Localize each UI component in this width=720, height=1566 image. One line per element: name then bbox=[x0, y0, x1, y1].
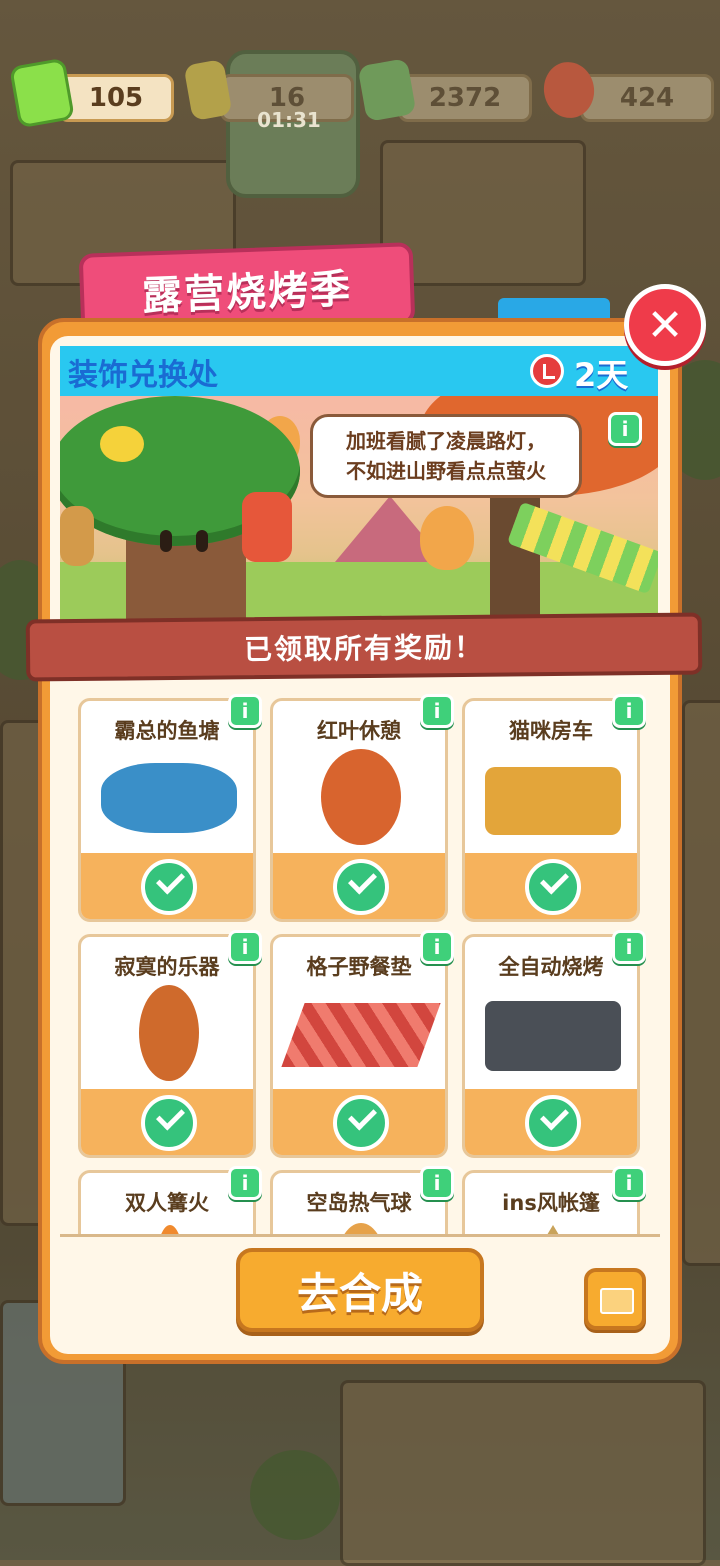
panel-title-bar: 装饰兑换处 2天14时 bbox=[60, 346, 658, 440]
cat-camper-van-icon bbox=[485, 767, 621, 835]
reward-info-button[interactable]: i bbox=[420, 930, 454, 964]
gem-counter[interactable]: 424 bbox=[580, 74, 714, 122]
check-icon bbox=[525, 1095, 581, 1151]
reward-card[interactable]: 全自动烧烤 bbox=[462, 934, 640, 1158]
leaderboard-button[interactable] bbox=[584, 1268, 646, 1330]
reward-info-button[interactable]: i bbox=[612, 1166, 646, 1200]
energy-refill-timer: 01:31 bbox=[257, 108, 321, 132]
panel-title: 装饰兑换处 bbox=[68, 358, 218, 393]
reward-info-button[interactable]: i bbox=[612, 930, 646, 964]
reward-card[interactable]: 红叶休憩 bbox=[270, 698, 448, 922]
cash-icon bbox=[357, 58, 417, 122]
reward-info-button[interactable]: i bbox=[228, 694, 262, 728]
go-merge-label: 去合成 bbox=[296, 1268, 423, 1318]
reward-info-button[interactable]: i bbox=[228, 930, 262, 964]
reward-card[interactable]: 霸总的鱼塘 bbox=[78, 698, 256, 922]
reward-card[interactable]: 格子野餐垫 bbox=[270, 934, 448, 1158]
reward-card[interactable]: 寂寞的乐器 bbox=[78, 934, 256, 1158]
reward-info-button[interactable]: i bbox=[420, 694, 454, 728]
reward-info-button[interactable]: i bbox=[612, 694, 646, 728]
voucher-counter[interactable]: 105 bbox=[58, 74, 174, 122]
bird-icon bbox=[100, 426, 144, 462]
check-icon bbox=[141, 1095, 197, 1151]
red-leaf-tree-icon bbox=[321, 749, 401, 845]
voucher-icon bbox=[9, 57, 75, 129]
check-icon bbox=[333, 1095, 389, 1151]
skewer-icon bbox=[242, 492, 292, 562]
lonely-instrument-icon bbox=[139, 985, 199, 1081]
event-info-button[interactable]: i bbox=[608, 412, 642, 446]
all-rewards-claimed-banner: 已领取所有奖励！ bbox=[25, 612, 703, 682]
speech-line-1: 加班看腻了凌晨路灯， bbox=[346, 429, 546, 453]
mascot-speech-bubble: 加班看腻了凌晨路灯， 不如进山野看点点萤火 bbox=[310, 414, 582, 498]
cash-counter[interactable]: 2372 bbox=[398, 74, 532, 122]
skewer-icon bbox=[60, 506, 94, 566]
check-icon bbox=[333, 859, 389, 915]
reward-info-button[interactable]: i bbox=[228, 1166, 262, 1200]
speech-line-2: 不如进山野看点点萤火 bbox=[346, 459, 546, 483]
tree-mascot bbox=[60, 396, 300, 622]
go-merge-button[interactable]: 去合成 bbox=[236, 1248, 484, 1332]
bbq-stall-icon bbox=[485, 1001, 621, 1071]
reward-grid[interactable]: 霸总的鱼塘 红叶休憩 猫咪房车 寂寞的乐器 格子野餐垫 全自动烧烤 双人篝火 空… bbox=[60, 680, 660, 1236]
grid-divider bbox=[60, 1234, 660, 1237]
check-icon bbox=[141, 859, 197, 915]
check-icon bbox=[525, 859, 581, 915]
fish-pond-icon bbox=[101, 763, 237, 833]
reward-card[interactable]: 猫咪房车 bbox=[462, 698, 640, 922]
reward-info-button[interactable]: i bbox=[420, 1166, 454, 1200]
event-title: 露营烧烤季 bbox=[141, 266, 353, 320]
picnic-mat-icon bbox=[281, 1003, 441, 1067]
claimed-text: 已领取所有奖励！ bbox=[243, 630, 485, 667]
close-button[interactable]: ✕ bbox=[624, 284, 706, 366]
hot-air-balloon-icon bbox=[420, 506, 474, 570]
clock-icon bbox=[530, 354, 564, 388]
